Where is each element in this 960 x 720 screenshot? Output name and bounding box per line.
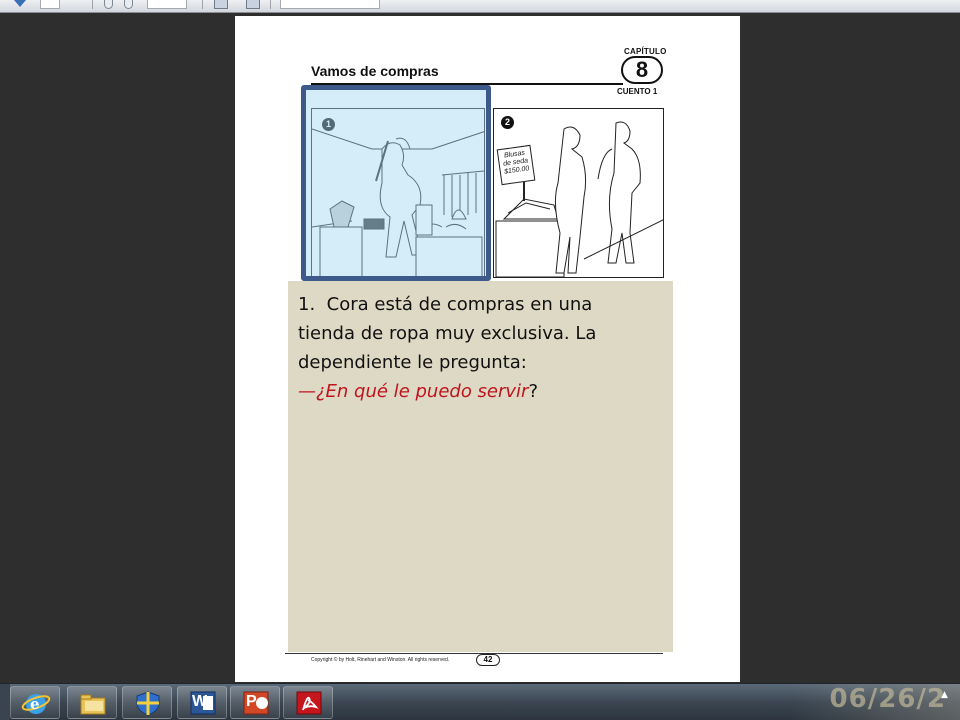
store-scene-illustration xyxy=(495,121,663,277)
taskbar-security-center[interactable] xyxy=(122,686,172,719)
zoom-out-icon[interactable] xyxy=(104,0,113,9)
dialogue-dash: — xyxy=(298,381,316,402)
taskbar-word[interactable]: W xyxy=(177,686,227,719)
caption-dialogue: —¿En qué le puedo servir? xyxy=(298,377,663,406)
powerpoint-icon-letter: P xyxy=(246,693,257,710)
comic-panel-2: 2 Blusas de seda $150.00 xyxy=(493,108,664,278)
caption-text: Cora está de compras en una xyxy=(326,294,593,315)
start-button-edge[interactable] xyxy=(0,684,10,720)
price-sign: Blusas de seda $150.00 xyxy=(496,144,536,186)
toolbar-divider xyxy=(270,0,271,9)
copyright-notice: Copyright © by Holt, Rinehart and Winsto… xyxy=(311,657,450,663)
page-number-badge: 42 xyxy=(476,654,500,666)
taskbar-file-explorer[interactable] xyxy=(67,686,117,719)
viewer-toolbar xyxy=(0,0,960,13)
tray-expand-icon[interactable]: ▲ xyxy=(941,690,948,700)
caption-number: 1. xyxy=(298,294,316,315)
taskbar-internet-explorer[interactable]: e xyxy=(10,686,60,719)
svg-text:e: e xyxy=(30,695,40,713)
acrobat-icon xyxy=(296,691,322,715)
caption-line-2: tienda de ropa muy exclusiva. La xyxy=(298,323,597,344)
zoom-in-icon[interactable] xyxy=(124,0,133,9)
internet-explorer-icon: e xyxy=(21,694,51,714)
panel-highlight-frame xyxy=(301,85,491,281)
folder-icon xyxy=(80,694,106,715)
page-number-field[interactable] xyxy=(40,0,60,9)
question-mark: ? xyxy=(528,381,539,402)
zoom-level-field[interactable] xyxy=(147,0,187,9)
toolbar-divider xyxy=(92,0,93,9)
toolbar-divider xyxy=(202,0,203,9)
navigate-down-icon[interactable] xyxy=(12,0,28,9)
shield-icon xyxy=(136,691,160,716)
footer-rule xyxy=(285,653,663,654)
windows-taskbar: e W P 06/26/2 ▲ xyxy=(0,683,960,720)
worksheet-title: Vamos de compras xyxy=(311,63,439,79)
caption-line-1: 1. Cora está de compras en una xyxy=(298,290,663,319)
fit-width-icon[interactable] xyxy=(246,0,260,9)
chapter-number-badge: 8 xyxy=(621,56,663,84)
find-field[interactable] xyxy=(280,0,380,9)
chapter-label: CAPÍTULO xyxy=(624,47,667,56)
story-caption-box: 1. Cora está de compras en una tienda de… xyxy=(288,281,673,652)
caption-line-3: dependiente le pregunta: xyxy=(298,352,527,373)
panel-number-badge: 2 xyxy=(501,116,514,129)
taskbar-clock[interactable]: 06/26/2 xyxy=(830,684,946,714)
system-tray: 06/26/2 xyxy=(790,684,960,720)
taskbar-powerpoint[interactable]: P xyxy=(230,686,280,719)
dialogue-quote: ¿En qué le puedo servir xyxy=(316,381,529,402)
story-label: CUENTO 1 xyxy=(617,87,658,96)
word-icon-letter: W xyxy=(192,693,208,710)
fit-page-icon[interactable] xyxy=(214,0,228,9)
taskbar-acrobat[interactable] xyxy=(283,686,333,719)
